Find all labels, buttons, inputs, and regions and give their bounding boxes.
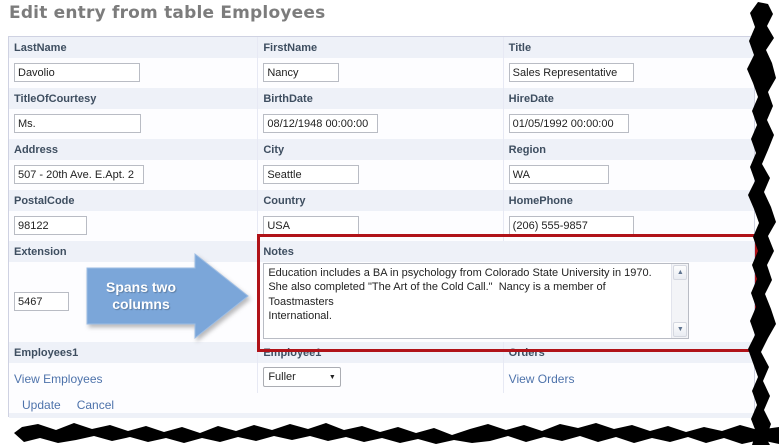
label-row: LastName FirstName Title	[9, 37, 754, 58]
region-input[interactable]	[508, 165, 609, 184]
dropdown-arrow-icon: ▼	[328, 373, 336, 381]
annotation-arrow: Spans two columns	[85, 252, 250, 340]
homephone-input[interactable]	[508, 216, 634, 235]
screenshot-canvas: Edit entry from table Employees LastName…	[0, 0, 779, 445]
city-input[interactable]	[263, 165, 360, 184]
employee1-selected-value: Fuller	[268, 371, 296, 383]
field-label-titleofcourtesy: TitleOfCourtesy	[14, 93, 97, 105]
notes-scrollbar[interactable]: ▲ ▼	[671, 264, 689, 338]
annotation-arrow-label: Spans two columns	[105, 279, 176, 312]
field-label-lastname: LastName	[14, 42, 67, 54]
lastname-input[interactable]	[14, 63, 140, 82]
cancel-link[interactable]: Cancel	[77, 398, 114, 412]
label-row: PostalCode Country HomePhone	[9, 190, 754, 211]
address-input[interactable]	[14, 165, 144, 184]
notes-text: Education includes a BA in psychology fr…	[268, 267, 652, 322]
input-row: View Employees Fuller ▼ View Orders	[9, 363, 754, 393]
actions-row: Update Cancel	[9, 393, 754, 413]
page-title: Edit entry from table Employees	[9, 3, 326, 23]
table-footer-band	[9, 413, 754, 418]
field-label-homephone: HomePhone	[508, 195, 573, 207]
field-label-employee1: Employee1	[263, 347, 322, 359]
title-input[interactable]	[508, 63, 634, 82]
employee1-select[interactable]: Fuller ▼	[263, 367, 342, 387]
field-label-birthdate: BirthDate	[263, 93, 313, 105]
update-link[interactable]: Update	[22, 398, 61, 412]
label-row: TitleOfCourtesy BirthDate HireDate	[9, 88, 754, 109]
input-row	[9, 58, 754, 88]
label-row: Address City Region	[9, 139, 754, 160]
field-label-title: Title	[508, 42, 532, 54]
edit-entry-form: LastName FirstName Title TitleOfCourtesy…	[8, 36, 755, 418]
country-input[interactable]	[263, 216, 360, 235]
view-orders-link[interactable]: View Orders	[509, 372, 575, 386]
hiredate-input[interactable]	[508, 114, 629, 133]
extension-input[interactable]	[14, 292, 69, 311]
field-label-firstname: FirstName	[263, 42, 318, 54]
label-row: Employees1 Employee1 Orders	[9, 342, 754, 363]
field-label-region: Region	[508, 144, 546, 156]
field-label-employees1: Employees1	[14, 347, 79, 359]
field-label-address: Address	[14, 144, 59, 156]
input-row	[9, 109, 754, 139]
scroll-down-icon[interactable]: ▼	[673, 322, 688, 337]
field-label-postalcode: PostalCode	[14, 195, 75, 207]
birthdate-input[interactable]	[263, 114, 379, 133]
input-row	[9, 160, 754, 190]
input-row	[9, 211, 754, 241]
titleofcourtesy-input[interactable]	[14, 114, 141, 133]
view-employees-link[interactable]: View Employees	[14, 372, 103, 386]
field-label-notes: Notes	[263, 246, 294, 258]
firstname-input[interactable]	[263, 63, 340, 82]
field-label-hiredate: HireDate	[508, 93, 554, 105]
postalcode-input[interactable]	[14, 216, 87, 235]
field-label-city: City	[263, 144, 285, 156]
field-label-country: Country	[263, 195, 306, 207]
scroll-up-icon[interactable]: ▲	[673, 265, 688, 280]
field-label-orders: Orders	[508, 347, 545, 359]
notes-textarea[interactable]: Education includes a BA in psychology fr…	[263, 263, 690, 339]
